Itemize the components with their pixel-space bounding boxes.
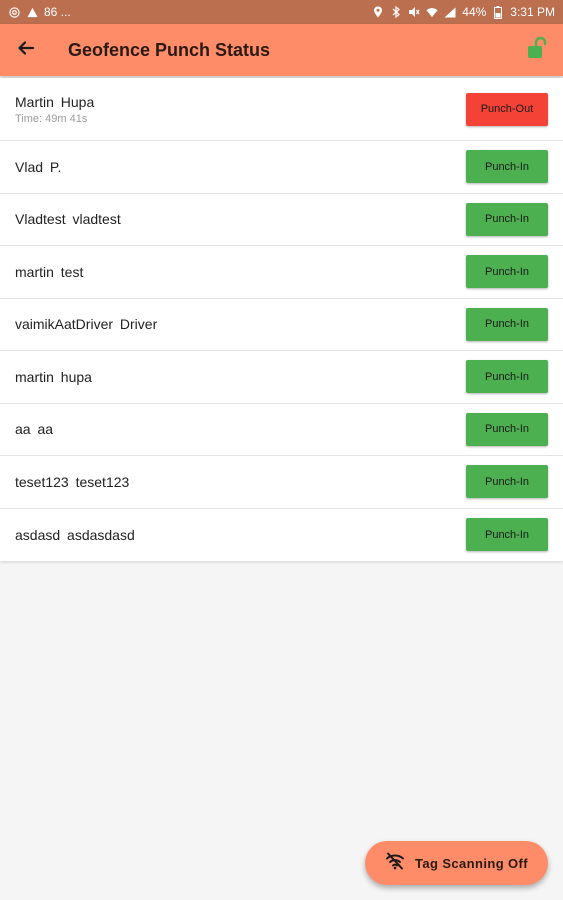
punch-in-button[interactable]: Punch-In <box>466 518 548 552</box>
mute-icon <box>408 6 420 18</box>
app-bar: Geofence Punch Status <box>0 24 563 76</box>
clock-time: 3:31 PM <box>510 5 555 19</box>
battery-percent: 44% <box>462 5 487 19</box>
list-item-text: Martin Hupa Time: 49m 41s <box>15 94 94 125</box>
arrow-back-icon <box>17 39 35 62</box>
employee-name: teset123 teset123 <box>15 473 130 490</box>
employee-name: Vlad P. <box>15 158 62 175</box>
tag-scanning-label: Tag Scanning Off <box>414 855 529 871</box>
wifi-off-icon <box>385 852 405 875</box>
punch-in-button[interactable]: Punch-In <box>466 150 548 184</box>
elapsed-time: Time: 49m 41s <box>15 112 88 125</box>
list-item: aa aa Punch-In <box>0 404 563 456</box>
employee-name: vaimikAatDriver Driver <box>15 316 158 333</box>
status-bar-left: 86 ... <box>8 5 71 19</box>
employee-name: asdasd asdasdasd <box>15 526 135 543</box>
wifi-icon <box>426 6 438 18</box>
bluetooth-icon <box>390 6 402 18</box>
employee-name: Vladtest vladtest <box>15 211 121 228</box>
list-item: martin test Punch-In <box>0 246 563 299</box>
list-item: Martin Hupa Time: 49m 41s Punch-Out <box>0 78 563 141</box>
employee-name: martin test <box>15 263 84 280</box>
employee-name: Martin Hupa <box>15 93 95 110</box>
tag-scanning-button[interactable]: Tag Scanning Off <box>365 841 548 885</box>
status-bar-right: 44% 3:31 PM <box>372 5 555 19</box>
page-title: Geofence Punch Status <box>68 39 271 60</box>
location-icon <box>372 6 384 18</box>
list-item: asdasd asdasdasd Punch-In <box>0 509 563 562</box>
punch-in-button[interactable]: Punch-In <box>466 360 548 394</box>
notification-text: 86 ... <box>44 5 71 19</box>
punch-in-button[interactable]: Punch-In <box>466 465 548 499</box>
signal-icon <box>444 6 456 18</box>
punch-in-button[interactable]: Punch-In <box>466 412 548 446</box>
punch-out-button[interactable]: Punch-Out <box>466 92 548 126</box>
employee-name: aa aa <box>15 421 54 438</box>
employee-name: martin hupa <box>15 368 92 385</box>
warning-icon <box>26 6 38 18</box>
lock-toggle-button[interactable] <box>511 24 563 76</box>
punch-in-button[interactable]: Punch-In <box>466 255 548 289</box>
back-button[interactable] <box>0 24 52 76</box>
list-item: Vladtest vladtest Punch-In <box>0 194 563 246</box>
punch-in-button[interactable]: Punch-In <box>466 202 548 236</box>
list-item: teset123 teset123 Punch-In <box>0 456 563 509</box>
punch-in-button[interactable]: Punch-In <box>466 307 548 341</box>
battery-icon <box>492 5 504 19</box>
list-item: martin hupa Punch-In <box>0 351 563 404</box>
lock-open-icon <box>525 36 549 65</box>
list-item: Vlad P. Punch-In <box>0 141 563 194</box>
at-sign-icon <box>8 6 20 18</box>
status-bar: 86 ... 44% 3:31 PM <box>0 0 563 24</box>
punch-status-list: Martin Hupa Time: 49m 41s Punch-Out Vlad… <box>0 78 563 561</box>
list-item: vaimikAatDriver Driver Punch-In <box>0 299 563 351</box>
